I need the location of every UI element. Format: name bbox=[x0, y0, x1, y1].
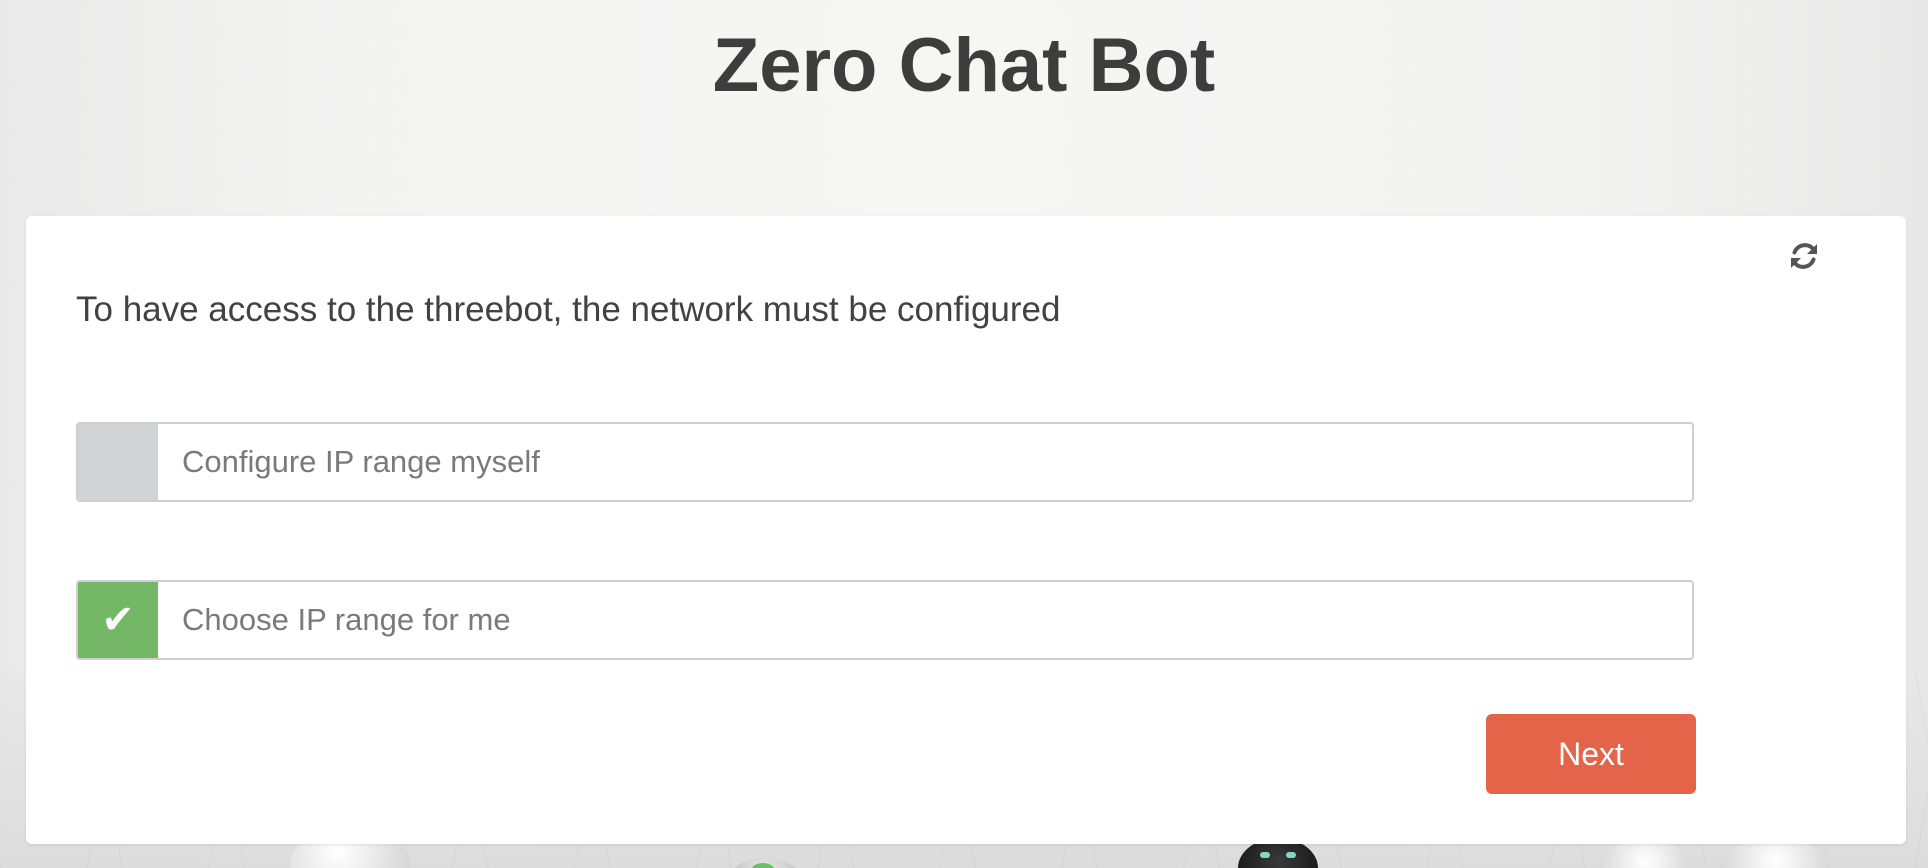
option-label: Configure IP range myself bbox=[182, 444, 540, 479]
checkbox-checked[interactable]: ✔ bbox=[78, 582, 158, 658]
network-config-card: To have access to the threebot, the netw… bbox=[26, 216, 1906, 844]
option-choose-ip-for-me[interactable]: ✔ Choose IP range for me bbox=[76, 580, 1694, 660]
next-button[interactable]: Next bbox=[1486, 714, 1696, 794]
robot-eye bbox=[1286, 852, 1296, 858]
robot-eye bbox=[1260, 852, 1270, 858]
checkbox-unchecked[interactable] bbox=[78, 424, 158, 500]
option-configure-ip-myself[interactable]: Configure IP range myself bbox=[76, 422, 1694, 502]
checkmark-icon: ✔ bbox=[101, 598, 135, 642]
refresh-icon[interactable] bbox=[1784, 236, 1824, 276]
page-title: Zero Chat Bot bbox=[712, 23, 1216, 108]
option-label: Choose IP range for me bbox=[182, 602, 511, 637]
network-question: To have access to the threebot, the netw… bbox=[76, 290, 1061, 329]
robot-eye bbox=[752, 863, 774, 868]
